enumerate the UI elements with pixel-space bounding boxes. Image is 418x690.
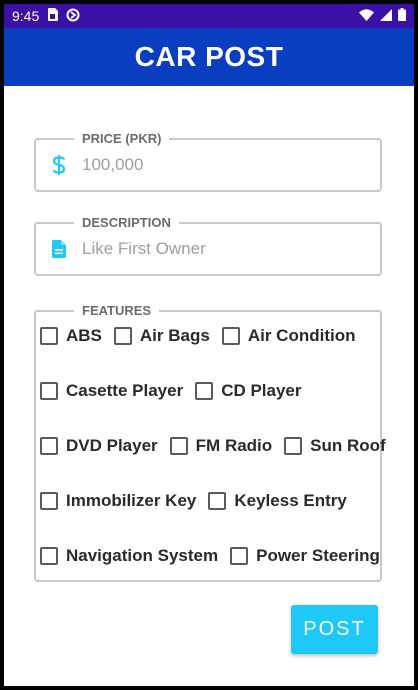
feature-row: Navigation System Power Steering [40,546,392,566]
feature-label: FM Radio [195,436,273,455]
checkbox[interactable] [113,327,132,345]
sync-icon [66,8,80,25]
checkbox[interactable] [221,327,240,345]
checkbox[interactable] [284,437,303,455]
feature-label: Keyless Entry [234,491,347,510]
price-label: PRICE (PKR) [74,131,170,146]
dollar-icon [48,154,70,176]
feature-row: ABS Air Bags Air Condition [40,326,367,346]
feature-immobilizer-key[interactable]: Immobilizer Key [40,491,196,511]
sim-card-icon [47,8,59,24]
checkbox[interactable] [40,437,58,455]
feature-label: Sun Roof [310,436,386,455]
feature-abs[interactable]: ABS [40,326,102,346]
feature-row: Casette Player CD Player [40,381,314,401]
checkbox[interactable] [40,327,58,345]
feature-label: Power Steering [256,546,380,565]
feature-label: Immobilizer Key [66,491,197,510]
feature-fm-radio[interactable]: FM Radio [169,436,273,456]
document-icon [48,240,70,258]
feature-air-condition[interactable]: Air Condition [221,326,356,346]
description-input[interactable] [80,238,344,260]
price-input[interactable] [80,154,344,176]
status-time: 9:45 [12,8,40,24]
feature-label: Casette Player [66,381,184,400]
feature-power-steering[interactable]: Power Steering [230,546,380,566]
feature-dvd-player[interactable]: DVD Player [40,436,158,456]
price-field[interactable]: PRICE (PKR) [34,131,382,192]
checkbox[interactable] [230,547,249,565]
feature-label: Air Condition [247,326,356,345]
description-label: DESCRIPTION [74,215,179,230]
description-field[interactable]: DESCRIPTION [34,215,382,276]
feature-casette-player[interactable]: Casette Player [40,381,183,401]
feature-navigation-system[interactable]: Navigation System [40,546,218,566]
feature-sun-roof[interactable]: Sun Roof [284,436,386,456]
feature-keyless-entry[interactable]: Keyless Entry [208,491,347,511]
feature-label: Navigation System [66,546,219,565]
status-bar: 9:45 [4,4,414,28]
checkbox[interactable] [195,382,214,400]
app-bar: CAR POST [4,28,414,86]
checkbox[interactable] [40,547,58,565]
checkbox[interactable] [169,437,188,455]
post-button[interactable]: POST [291,605,378,654]
features-group: FEATURES ABS Air Bags Air Condition Case… [34,303,386,582]
checkbox[interactable] [40,382,58,400]
feature-label: CD Player [221,381,302,400]
device-screen: 9:45 CAR POST PRICE (PKR) 100,000 DESCRI… [4,4,414,686]
wifi-icon [359,8,374,24]
checkbox[interactable] [40,492,58,510]
checkbox[interactable] [208,492,227,510]
page-title: CAR POST [134,41,284,72]
feature-label: DVD Player [66,436,158,455]
feature-cd-player[interactable]: CD Player [195,381,302,401]
feature-row: DVD Player FM Radio Sun Roof [40,436,398,456]
features-label: FEATURES [74,303,160,318]
feature-label: Air Bags [139,326,210,345]
feature-air-bags[interactable]: Air Bags [113,326,210,346]
signal-icon [380,8,392,24]
battery-icon [398,8,406,24]
feature-label: ABS [66,326,102,345]
feature-row: Immobilizer Key Keyless Entry [40,491,359,511]
